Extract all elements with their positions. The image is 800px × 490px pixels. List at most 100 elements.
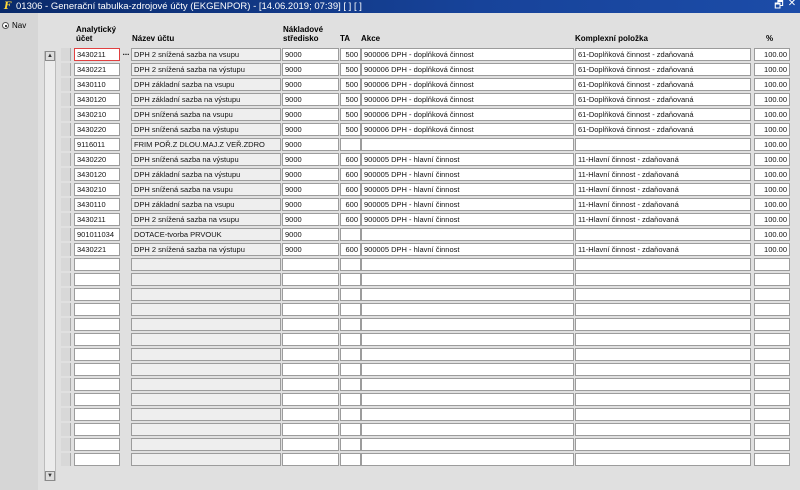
cell-pct[interactable]	[754, 288, 790, 301]
cell-stredisko[interactable]	[282, 348, 339, 361]
row-selector[interactable]	[61, 378, 71, 391]
cell-stredisko[interactable]: 9000	[282, 153, 339, 166]
cell-stredisko[interactable]	[282, 408, 339, 421]
cell-ucet[interactable]: 901011034	[74, 228, 120, 241]
cell-stredisko[interactable]: 9000	[282, 168, 339, 181]
cell-ucet[interactable]: 3430120	[74, 168, 120, 181]
cell-stredisko[interactable]: 9000	[282, 183, 339, 196]
cell-ucet[interactable]	[74, 453, 120, 466]
cell-akce[interactable]: 900006 DPH - doplňková činnost	[361, 48, 574, 61]
cell-polozka[interactable]	[575, 138, 751, 151]
cell-polozka[interactable]	[575, 438, 751, 451]
cell-stredisko[interactable]: 9000	[282, 123, 339, 136]
cell-nazev[interactable]	[131, 303, 281, 316]
cell-ucet[interactable]: 3430210	[74, 183, 120, 196]
cell-pct[interactable]: 100.00	[754, 183, 790, 196]
cell-pct[interactable]: 100.00	[754, 228, 790, 241]
cell-stredisko[interactable]	[282, 318, 339, 331]
nav-radio-button[interactable]: Nav	[2, 21, 26, 30]
cell-akce[interactable]	[361, 348, 574, 361]
row-selector[interactable]	[61, 168, 71, 181]
cell-ucet[interactable]: 3430220	[74, 153, 120, 166]
cell-nazev[interactable]: DPH 2 snížená sazba na vsupu	[131, 213, 281, 226]
cell-nazev[interactable]: DPH snížená sazba na výstupu	[131, 123, 281, 136]
cell-pct[interactable]: 100.00	[754, 213, 790, 226]
cell-akce[interactable]	[361, 318, 574, 331]
cell-polozka[interactable]	[575, 333, 751, 346]
cell-pct[interactable]: 100.00	[754, 93, 790, 106]
cell-stredisko[interactable]: 9000	[282, 63, 339, 76]
cell-akce[interactable]: 900006 DPH - doplňková činnost	[361, 93, 574, 106]
cell-akce[interactable]: 900006 DPH - doplňková činnost	[361, 108, 574, 121]
scroll-up-icon[interactable]: ▲	[45, 51, 55, 61]
cell-akce[interactable]	[361, 258, 574, 271]
cell-ta[interactable]	[340, 393, 361, 406]
cell-pct[interactable]	[754, 258, 790, 271]
cell-akce[interactable]	[361, 333, 574, 346]
cell-polozka[interactable]: 61-Doplňková činnost - zdaňovaná	[575, 48, 751, 61]
cell-ucet[interactable]	[74, 303, 120, 316]
cell-ucet[interactable]	[74, 258, 120, 271]
cell-akce[interactable]	[361, 288, 574, 301]
cell-akce[interactable]	[361, 228, 574, 241]
cell-pct[interactable]: 100.00	[754, 153, 790, 166]
row-selector[interactable]	[61, 303, 71, 316]
cell-nazev[interactable]	[131, 438, 281, 451]
row-selector[interactable]	[61, 453, 71, 466]
cell-pct[interactable]: 100.00	[754, 243, 790, 256]
cell-akce[interactable]	[361, 453, 574, 466]
cell-polozka[interactable]: 61-Doplňková činnost - zdaňovaná	[575, 123, 751, 136]
cell-stredisko[interactable]	[282, 333, 339, 346]
row-selector[interactable]	[61, 288, 71, 301]
cell-polozka[interactable]: 11-Hlavní činnost - zdaňovaná	[575, 243, 751, 256]
cell-nazev[interactable]: DPH základní sazba na vsupu	[131, 78, 281, 91]
row-selector[interactable]	[61, 198, 71, 211]
row-selector[interactable]	[61, 213, 71, 226]
cell-ta[interactable]: 600	[340, 243, 361, 256]
cell-ucet[interactable]: 3430211	[74, 48, 120, 61]
cell-akce[interactable]: 900005 DPH - hlavní činnost	[361, 183, 574, 196]
cell-stredisko[interactable]	[282, 438, 339, 451]
cell-ta[interactable]	[340, 423, 361, 436]
cell-ta[interactable]	[340, 333, 361, 346]
cell-akce[interactable]: 900005 DPH - hlavní činnost	[361, 213, 574, 226]
row-selector[interactable]	[61, 138, 71, 151]
cell-ta[interactable]	[340, 288, 361, 301]
cell-stredisko[interactable]	[282, 303, 339, 316]
cell-ta[interactable]: 500	[340, 108, 361, 121]
cell-stredisko[interactable]	[282, 393, 339, 406]
row-selector[interactable]	[61, 108, 71, 121]
row-selector[interactable]	[61, 273, 71, 286]
cell-akce[interactable]: 900005 DPH - hlavní činnost	[361, 153, 574, 166]
cell-ta[interactable]	[340, 228, 361, 241]
cell-stredisko[interactable]: 9000	[282, 78, 339, 91]
cell-polozka[interactable]: 61-Doplňková činnost - zdaňovaná	[575, 78, 751, 91]
cell-stredisko[interactable]	[282, 453, 339, 466]
row-selector[interactable]	[61, 318, 71, 331]
cell-nazev[interactable]: DPH snížená sazba na vsupu	[131, 183, 281, 196]
cell-nazev[interactable]	[131, 333, 281, 346]
cell-polozka[interactable]	[575, 258, 751, 271]
cell-stredisko[interactable]	[282, 288, 339, 301]
cell-stredisko[interactable]: 9000	[282, 108, 339, 121]
cell-polozka[interactable]	[575, 348, 751, 361]
cell-nazev[interactable]	[131, 363, 281, 376]
cell-polozka[interactable]: 11-Hlavní činnost - zdaňovaná	[575, 153, 751, 166]
cell-nazev[interactable]: FRIM POŘ.Z DLOU.MAJ.Z VEŘ.ZDRO	[131, 138, 281, 151]
cell-pct[interactable]: 100.00	[754, 198, 790, 211]
cell-ucet[interactable]	[74, 348, 120, 361]
cell-ta[interactable]	[340, 453, 361, 466]
cell-polozka[interactable]	[575, 303, 751, 316]
cell-ta[interactable]: 500	[340, 63, 361, 76]
cell-nazev[interactable]: DPH 2 snížená sazba na vsupu	[131, 48, 281, 61]
row-selector[interactable]	[61, 153, 71, 166]
scroll-down-icon[interactable]: ▼	[45, 471, 55, 481]
cell-ucet[interactable]: 9116011	[74, 138, 120, 151]
cell-ucet[interactable]: 3430211	[74, 213, 120, 226]
cell-ta[interactable]	[340, 363, 361, 376]
cell-akce[interactable]: 900006 DPH - doplňková činnost	[361, 78, 574, 91]
cell-polozka[interactable]	[575, 228, 751, 241]
cell-pct[interactable]	[754, 303, 790, 316]
cell-polozka[interactable]	[575, 393, 751, 406]
radio-selected-icon[interactable]	[2, 22, 9, 29]
